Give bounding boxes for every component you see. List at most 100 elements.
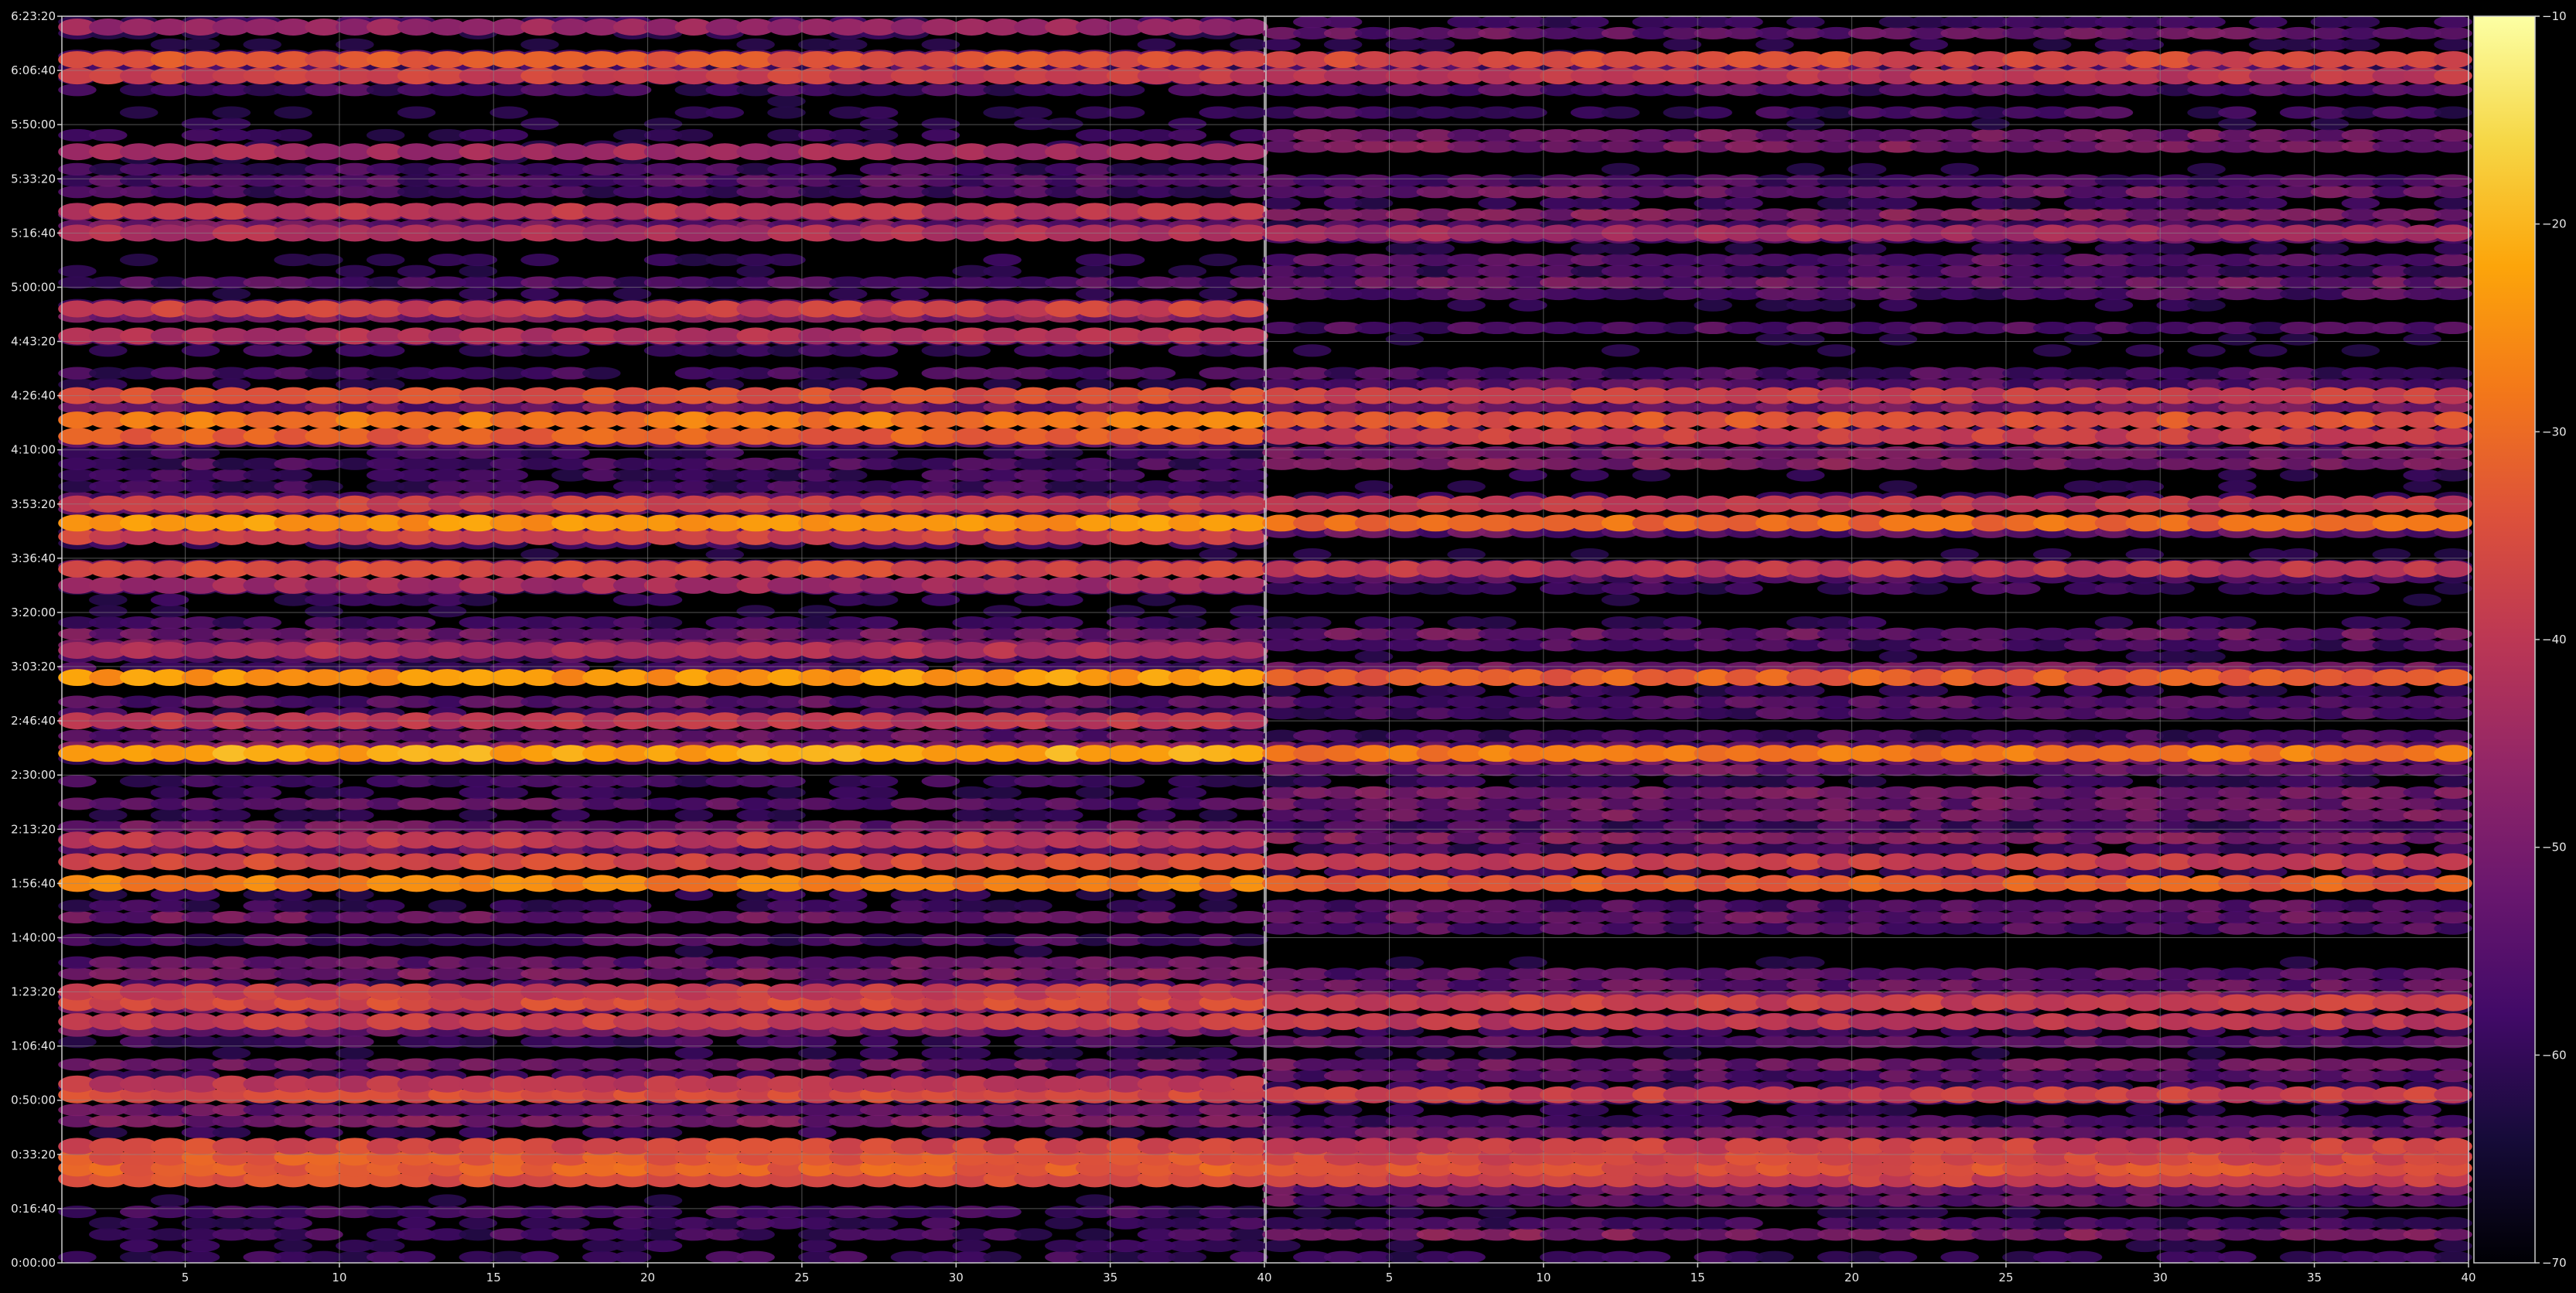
heatmap-cell xyxy=(1230,1250,1268,1264)
x-tick-label: 35 xyxy=(1103,1271,1117,1284)
heatmap-cell xyxy=(1230,956,1268,969)
heatmap-cell xyxy=(490,786,528,799)
heatmap-cell xyxy=(859,775,899,788)
heatmap-cell xyxy=(428,1194,467,1207)
heatmap-cell xyxy=(89,605,128,618)
x-tick-label: 20 xyxy=(640,1271,655,1284)
heatmap-cell xyxy=(274,106,312,119)
heatmap-cell xyxy=(1075,287,1114,301)
heatmap-cell xyxy=(983,605,1022,618)
heatmap-cell xyxy=(983,786,1022,799)
heatmap-cell xyxy=(859,616,899,629)
heatmap-cell xyxy=(89,344,128,357)
heatmap-cell xyxy=(58,264,97,278)
heatmap-cell xyxy=(551,1216,590,1230)
heatmap-cell xyxy=(181,344,220,357)
y-tick-label: 1:23:20 xyxy=(11,985,56,999)
heatmap-cell xyxy=(58,1250,97,1264)
heatmap-cell xyxy=(674,809,714,822)
heatmap-cell xyxy=(274,469,312,482)
heatmap-cell xyxy=(1137,367,1176,380)
heatmap-cell xyxy=(336,786,374,799)
heatmap-cell xyxy=(1755,1250,1794,1264)
heatmap-cell xyxy=(274,344,312,357)
heatmap-cell xyxy=(2434,1114,2472,1128)
heatmap-cell xyxy=(1168,605,1207,618)
heatmap-cell xyxy=(859,446,899,459)
y-tick-label: 5:16:40 xyxy=(11,226,56,240)
heatmap-cell xyxy=(921,593,960,606)
heatmap-band-cell xyxy=(1230,1075,1268,1093)
heatmap-cell xyxy=(1106,775,1145,788)
x-tick-label: 25 xyxy=(794,1271,809,1284)
heatmap-cell xyxy=(397,1216,436,1230)
heatmap-cell xyxy=(212,1126,251,1139)
heatmap-cell xyxy=(1075,344,1114,357)
y-tick-label: 5:33:20 xyxy=(11,172,56,186)
x-tick-label: 30 xyxy=(949,1271,964,1284)
heatmap-cell xyxy=(1106,1126,1145,1139)
heatmap-cell xyxy=(181,446,220,459)
heatmap-cell xyxy=(705,548,744,561)
y-tick-label: 0:16:40 xyxy=(11,1202,56,1216)
heatmap-cell xyxy=(2187,1046,2226,1059)
heatmap-cell xyxy=(767,786,806,799)
heatmap-cell xyxy=(1509,956,1547,969)
heatmap-cell xyxy=(1014,899,1053,913)
heatmap-cell xyxy=(1385,1239,1424,1253)
heatmap-cell xyxy=(1199,899,1237,913)
heatmap-cell xyxy=(1570,1104,1609,1117)
heatmap-cell xyxy=(1075,264,1114,278)
heatmap-cell xyxy=(674,1046,714,1059)
heatmap-cell xyxy=(2434,1058,2472,1071)
heatmap-cell xyxy=(2187,1239,2226,1253)
y-tick-label: 2:30:00 xyxy=(11,768,56,782)
heatmap-cell xyxy=(490,128,528,142)
heatmap-cell xyxy=(366,899,405,913)
heatmap-cell xyxy=(829,899,868,913)
heatmap-cell xyxy=(150,1194,189,1207)
heatmap-cell xyxy=(336,264,374,278)
heatmap-cell xyxy=(1478,1046,1517,1059)
heatmap-cell xyxy=(2063,1250,2103,1264)
y-tick-label: 4:26:40 xyxy=(11,389,56,403)
heatmap-cell xyxy=(1385,956,1424,969)
heatmap-cell xyxy=(1168,264,1207,278)
heatmap-cell xyxy=(2434,1228,2472,1241)
heatmap-cell xyxy=(1137,593,1176,606)
heatmap-cell xyxy=(1663,1046,1701,1059)
heatmap-cell xyxy=(1106,605,1145,618)
heatmap-cell xyxy=(1168,1250,1207,1264)
y-tick-label: 1:06:40 xyxy=(11,1039,56,1053)
heatmap-cell xyxy=(89,809,128,822)
heatmap-cell xyxy=(1786,956,1825,969)
heatmap-cell xyxy=(1199,287,1237,301)
heatmap-cell xyxy=(2279,956,2318,969)
heatmap-cell xyxy=(490,469,528,482)
heatmap-cell xyxy=(859,593,899,606)
spectrogram-left-panel: 0:00:000:16:400:33:200:50:001:06:401:23:… xyxy=(11,9,1271,1284)
heatmap-cell xyxy=(643,1205,683,1219)
x-tick-label: 10 xyxy=(332,1271,346,1284)
heatmap-cell xyxy=(1168,118,1207,131)
heatmap-cells-right xyxy=(1262,15,2472,1264)
heatmap-cell xyxy=(397,1250,436,1264)
heatmap-cell xyxy=(1014,1228,1053,1241)
heatmap-cell xyxy=(952,1239,991,1253)
x-tick-label: 40 xyxy=(1257,1271,1271,1284)
heatmap-cell xyxy=(459,1216,497,1230)
heatmap-cell xyxy=(2434,910,2472,924)
y-tick-label: 5:00:00 xyxy=(11,280,56,294)
y-tick-label: 4:10:00 xyxy=(11,443,56,457)
heatmap-cell xyxy=(2434,1216,2472,1230)
heatmap-cell xyxy=(1168,616,1207,629)
heatmap-cell xyxy=(366,1239,405,1253)
heatmap-cell xyxy=(2310,1104,2349,1117)
heatmap-cell xyxy=(921,775,960,788)
heatmap-cell xyxy=(1385,1104,1424,1117)
heatmap-cell xyxy=(58,775,97,788)
heatmap-cell xyxy=(1230,469,1268,482)
heatmap-cell xyxy=(798,1239,837,1253)
heatmap-cell xyxy=(1045,809,1083,822)
heatmap-cell xyxy=(2434,1070,2472,1083)
